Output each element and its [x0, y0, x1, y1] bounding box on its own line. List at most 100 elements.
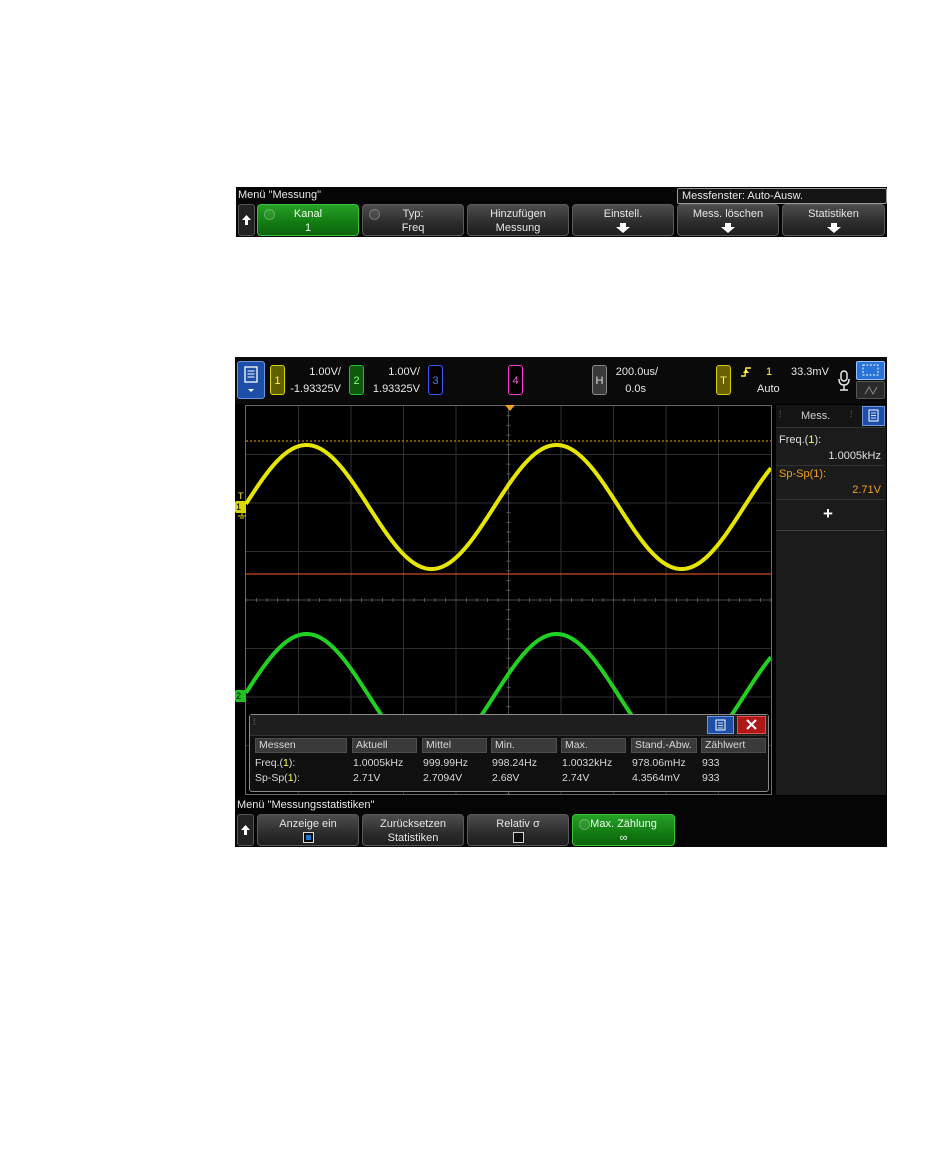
trigger-mode: Auto [757, 383, 780, 395]
stats-cell: 1.0005kHz [353, 757, 404, 769]
zoom-select-button[interactable] [856, 361, 885, 380]
softkey-add-label: Hinzufügen [490, 208, 546, 220]
channel-number: 1 [808, 434, 815, 446]
softkey-statistics-label: Statistiken [808, 208, 859, 220]
stats-cell: 2.68V [492, 772, 520, 784]
checkbox-checked-icon[interactable] [302, 832, 314, 843]
ground-symbol-icon [238, 512, 246, 519]
measurement-statistics-window[interactable]: ⁞ Messen Aktuell Mittel Min. Max. Stand.… [249, 714, 769, 792]
add-measurement-button[interactable]: + [776, 500, 884, 531]
softkey-max-count[interactable]: Max. Zählung ∞ [572, 814, 675, 846]
measure-menu: Menü "Messung" Messfenster: Auto-Ausw. K… [236, 187, 887, 237]
softkey-display-label: Anzeige ein [279, 818, 337, 830]
side-measurement-freq[interactable]: Freq.(1): 1.0005kHz [776, 431, 884, 466]
channel-3-badge[interactable]: 3 [428, 365, 443, 395]
channel-2-number: 2 [353, 375, 360, 387]
up-arrow-icon [242, 215, 251, 225]
main-menu-button[interactable] [237, 361, 265, 399]
channel-3-number: 3 [432, 375, 439, 387]
side-measurement-name: Sp-Sp(1): [779, 468, 827, 480]
stats-cell: 998.24Hz [492, 757, 537, 769]
stats-header-current: Aktuell [352, 738, 417, 753]
stats-window-titlebar[interactable]: ⁞ [250, 715, 768, 736]
softkey-relative-sigma[interactable]: Relativ σ [467, 814, 569, 846]
side-measurement-pkpk[interactable]: Sp-Sp(1): 2.71V [776, 465, 884, 500]
stats-menu-button[interactable] [707, 716, 734, 734]
stats-header-mean: Mittel [422, 738, 487, 753]
microphone-icon[interactable] [836, 369, 852, 393]
trigger-label: T [720, 375, 727, 387]
up-arrow-icon [241, 825, 250, 835]
drag-handle-icon[interactable]: ⁞ [253, 717, 256, 727]
stats-row-name: Freq.(1): [255, 757, 296, 769]
softkey-statistics[interactable]: Statistiken [782, 204, 885, 236]
softkey-max-count-value: ∞ [619, 832, 628, 844]
stats-header-stddev: Stand.-Abw. [631, 738, 697, 753]
horizontal-position: 0.0s [625, 383, 646, 395]
channel-2-ground-marker[interactable]: 2 [235, 690, 246, 702]
measure-window-label[interactable]: Messfenster: Auto-Ausw. [677, 188, 887, 204]
side-measurement-value: 2.71V [852, 484, 881, 496]
entry-knob-icon [264, 209, 275, 220]
softkey-add-value: Messung [495, 222, 541, 234]
softkey-display-on[interactable]: Anzeige ein [257, 814, 359, 846]
channel-1-scale: 1.00V/ [309, 366, 341, 378]
stats-cell: 2.7094V [423, 772, 463, 784]
softkey-reset-label: Zurücksetzen [379, 818, 447, 830]
draw-gesture-icon [864, 385, 878, 396]
entry-knob-icon [579, 819, 590, 830]
rising-edge-icon [741, 367, 751, 377]
stats-row-name: Sp-Sp(1): [255, 772, 300, 784]
softkey-kanal[interactable]: Kanal 1 [257, 204, 359, 236]
softkey-kanal-value: 1 [304, 222, 312, 234]
softkey-clear-measurements[interactable]: Mess. löschen [677, 204, 779, 236]
channel-2-scale: 1.00V/ [388, 366, 420, 378]
channel-1-badge[interactable]: 1 [270, 365, 285, 395]
softkey-typ[interactable]: Typ: Freq [362, 204, 464, 236]
stats-header-min: Min. [491, 738, 557, 753]
horizontal-badge[interactable]: H [592, 365, 607, 395]
measurement-side-panel: ⁞ Mess. ⁞ Freq.(1): 1.0005kHz Sp-Sp(1): … [776, 405, 886, 795]
stats-cell: 1.0032kHz [562, 757, 613, 769]
touch-gesture-button[interactable] [856, 381, 885, 399]
channel-1-offset: -1.93325V [290, 383, 341, 395]
softkey-reset-statistics[interactable]: Zurücksetzen Statistiken [362, 814, 464, 846]
softkey-reset-value: Statistiken [387, 832, 439, 844]
menu-up-button[interactable] [237, 814, 254, 846]
side-panel-tab[interactable]: Mess. [801, 410, 830, 422]
side-panel-tab-row: ⁞ Mess. ⁞ [776, 405, 886, 428]
softkey-relative-label: Relativ σ [496, 818, 540, 830]
drag-handle-icon[interactable]: ⁞ [779, 409, 782, 419]
checkbox-unchecked-icon[interactable] [512, 832, 524, 843]
softkey-settings[interactable]: Einstell. [572, 204, 674, 236]
channel-2-offset: 1.93325V [372, 383, 420, 395]
menu-up-button[interactable] [238, 204, 255, 236]
channel-2-badge[interactable]: 2 [349, 365, 364, 395]
stats-cell: 933 [702, 757, 720, 769]
stats-header-count: Zählwert [701, 738, 766, 753]
side-measurement-name: Freq.(1): [779, 434, 822, 446]
submenu-arrow-icon [616, 223, 630, 233]
menu-list-icon [715, 719, 726, 731]
stats-close-button[interactable] [737, 716, 766, 734]
stats-header-measure: Messen [255, 738, 347, 753]
menu-list-icon [244, 366, 258, 392]
trigger-badge[interactable]: T [716, 365, 731, 395]
trigger-level: 33.3mV [791, 366, 829, 378]
close-icon [746, 719, 757, 730]
side-panel-menu-button[interactable] [862, 406, 885, 426]
channel-number: 1 [283, 757, 289, 769]
channel-4-badge[interactable]: 4 [508, 365, 523, 395]
stats-cell: 4.3564mV [632, 772, 680, 784]
drag-handle-icon[interactable]: ⁞ [850, 409, 853, 419]
trigger-position-marker[interactable] [504, 404, 516, 413]
submenu-arrow-icon [721, 223, 735, 233]
trigger-level-marker[interactable]: T [238, 491, 244, 501]
softkey-add-measurement[interactable]: Hinzufügen Messung [467, 204, 569, 236]
channel-4-number: 4 [512, 375, 519, 387]
stats-cell: 978.06mHz [632, 757, 686, 769]
plus-icon: + [823, 504, 833, 523]
entry-knob-icon [369, 209, 380, 220]
channel-1-number: 1 [274, 375, 281, 387]
box-select-icon [862, 364, 879, 376]
